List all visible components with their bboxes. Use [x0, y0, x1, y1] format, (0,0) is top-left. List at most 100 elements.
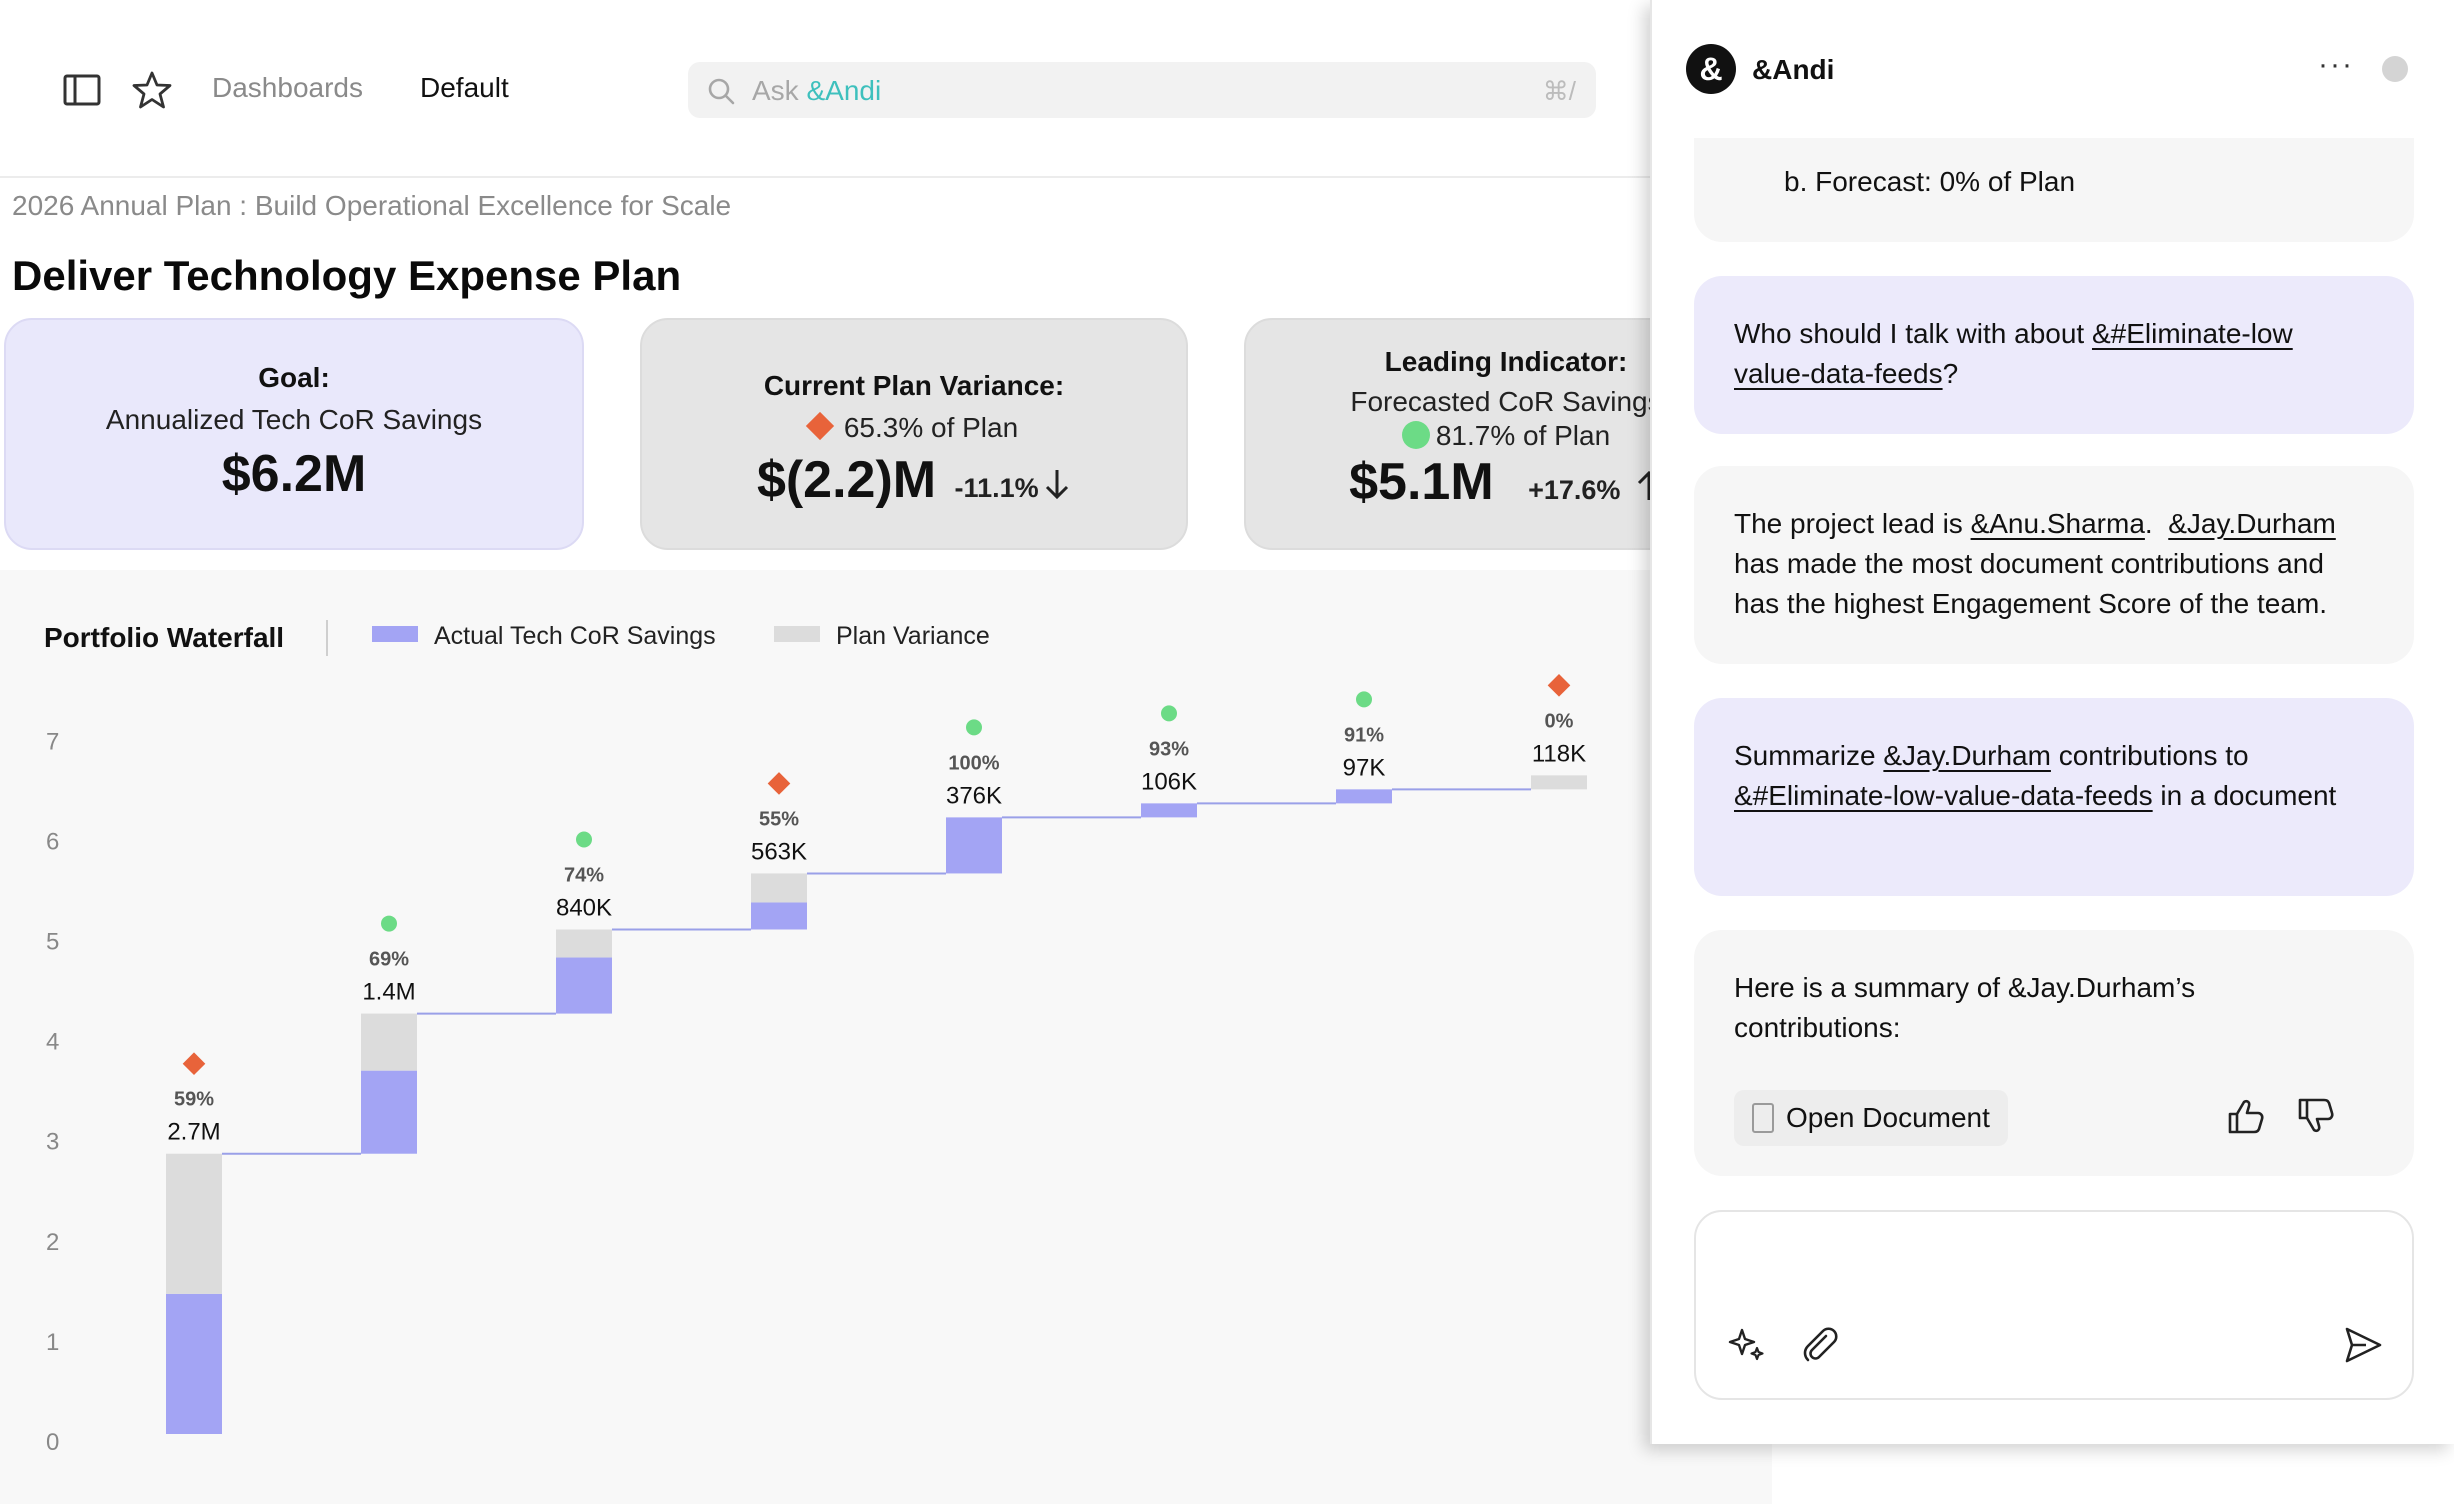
open-document-label: Open Document	[1786, 1102, 1990, 1133]
bar-pct-label: 91%	[1344, 724, 1384, 746]
bar-pct-label: 59%	[174, 1089, 214, 1111]
status-dot-icon	[381, 915, 397, 932]
goal-title: Goal:	[258, 362, 330, 393]
waterfall-bar-variance	[166, 1153, 222, 1294]
project-lead-link[interactable]: &Anu.Sharma	[1971, 508, 2145, 539]
attachment-icon[interactable]	[1798, 1324, 1840, 1366]
variance-pct: 65.3% of Plan	[843, 412, 1019, 443]
status-diamond-icon	[767, 772, 791, 795]
goal-subtitle: Annualized Tech CoR Savings	[105, 404, 483, 435]
andi-chat-panel: & &Andi ··· b. Forecast: 0% of Plan Who …	[1650, 0, 2454, 1444]
y-tick-label: 4	[46, 1029, 59, 1056]
message-composer[interactable]	[1694, 1210, 2414, 1400]
breadcrumb-current[interactable]: Default	[420, 72, 509, 104]
sparkle-icon[interactable]	[1726, 1324, 1768, 1366]
status-dot-icon	[1161, 705, 1177, 722]
waterfall-bar-variance	[556, 929, 612, 958]
variance-pct-row: 65.3% of Plan	[642, 411, 1186, 444]
chart-title: Portfolio Waterfall	[44, 622, 285, 653]
waterfall-bar-variance	[361, 1013, 417, 1071]
q2-topic-link[interactable]: &#Eliminate-low-value-data-feeds	[1734, 780, 2153, 811]
thumbs-down-icon[interactable]	[2294, 1094, 2338, 1138]
q2-suffix: in a document	[2152, 780, 2337, 811]
close-icon[interactable]	[2382, 56, 2408, 82]
a1-suffix: has made the most document contributions…	[1734, 548, 2328, 619]
bar-value-label: 376K	[946, 782, 1002, 809]
waterfall-bar-actual	[166, 1293, 222, 1434]
legend-label-variance: Plan Variance	[836, 622, 990, 650]
chat-title: &Andi	[1752, 54, 1835, 85]
ai-message-2: Here is a summary of &Jay.Durham’s contr…	[1694, 930, 2414, 1176]
bar-value-label: 2.7M	[167, 1119, 220, 1146]
user-message-1: Who should I talk with about &#Eliminate…	[1694, 276, 2414, 434]
variance-change: -11.1%	[954, 473, 1039, 503]
waterfall-bar-actual	[1141, 803, 1197, 818]
bar-value-label: 106K	[1141, 768, 1197, 795]
search-bar[interactable]: Ask &Andi ⌘/	[688, 62, 1596, 118]
breadcrumb-dashboards[interactable]: Dashboards	[212, 72, 363, 104]
leading-change: +17.6%	[1528, 475, 1621, 505]
legend-swatch-variance	[774, 626, 820, 642]
bar-value-label: 118K	[1532, 740, 1586, 767]
send-icon[interactable]	[2342, 1324, 2384, 1366]
legend-item-actual[interactable]: Actual Tech CoR Savings	[372, 622, 716, 651]
bar-pct-label: 93%	[1149, 738, 1189, 760]
waterfall-bar-variance	[1531, 775, 1587, 790]
y-tick-label: 5	[46, 929, 59, 956]
bar-pct-label: 69%	[369, 949, 409, 971]
sidebar-toggle-icon[interactable]	[62, 70, 102, 110]
q1-suffix: ?	[1942, 358, 1959, 389]
legend-swatch-actual	[372, 626, 418, 642]
q2-person-link[interactable]: &Jay.Durham	[1883, 740, 2051, 771]
legend-divider	[326, 620, 328, 656]
bar-value-label: 1.4M	[362, 979, 415, 1006]
top-bar: Dashboards Default Ask &Andi ⌘/	[0, 0, 1660, 178]
y-tick-label: 7	[46, 728, 59, 755]
variance-title: Current Plan Variance:	[763, 370, 1065, 401]
q2-mid: contributions to	[2050, 740, 2249, 771]
status-diamond-icon	[182, 1052, 206, 1076]
y-tick-label: 1	[46, 1329, 59, 1356]
leading-value: $5.1M	[1349, 453, 1494, 511]
waterfall-bar-actual	[946, 817, 1002, 874]
goal-value: $6.2M	[221, 445, 367, 503]
ai-message-forecast: b. Forecast: 0% of Plan	[1694, 138, 2414, 242]
a2-text: Here is a summary of &Jay.Durham’s contr…	[1734, 972, 2196, 1043]
a1-text: The project lead is	[1734, 508, 1971, 539]
search-icon	[708, 78, 735, 105]
thumbs-up-icon[interactable]	[2224, 1094, 2268, 1138]
star-icon[interactable]	[132, 70, 172, 110]
bar-pct-label: 55%	[759, 808, 799, 830]
goal-card: Goal: Annualized Tech CoR Savings $6.2M	[4, 318, 584, 550]
portfolio-waterfall-panel: 0 1 2 3 4 5 6 7 2.7M 59% 1.4M 69% 840K 74% 563K 55% 376K…	[0, 570, 1772, 1504]
status-dot-icon	[576, 831, 592, 848]
q2-text: Summarize	[1734, 740, 1884, 771]
bar-pct-label: 74%	[564, 864, 604, 886]
arrow-down-icon	[1046, 470, 1069, 500]
leading-pct: 81.7% of Plan	[1435, 420, 1611, 451]
plan-breadcrumb[interactable]: 2026 Annual Plan : Build Operational Exc…	[12, 190, 731, 222]
q1-text: Who should I talk with about	[1734, 318, 2092, 349]
bar-value-label: 563K	[751, 838, 807, 865]
variance-status-diamond-icon	[805, 411, 834, 441]
waterfall-bar-variance	[751, 873, 807, 903]
contributor-link[interactable]: &Jay.Durham	[2168, 508, 2336, 539]
waterfall-bar-actual	[556, 957, 612, 1014]
a1-separator: .	[2144, 508, 2169, 539]
bar-value-label: 97K	[1343, 754, 1386, 781]
open-document-button[interactable]: Open Document	[1734, 1090, 2008, 1146]
bar-pct-label: 100%	[948, 752, 999, 774]
more-options-icon[interactable]: ···	[2318, 48, 2354, 82]
legend-item-variance[interactable]: Plan Variance	[774, 622, 990, 651]
forecast-line: b. Forecast: 0% of Plan	[1784, 166, 2076, 197]
ai-message-1: The project lead is &Anu.Sharma. &Jay.Du…	[1694, 466, 2414, 664]
bar-pct-label: 0%	[1545, 710, 1574, 732]
y-tick-label: 2	[46, 1229, 59, 1256]
search-brand: &Andi	[806, 75, 882, 106]
y-tick-label: 3	[46, 1129, 59, 1156]
waterfall-chart: 0 1 2 3 4 5 6 7 2.7M 59% 1.4M 69% 840K 74% 563K 55% 376K…	[46, 674, 1587, 1456]
variance-value: $(2.2)M	[756, 451, 937, 509]
legend-label-actual: Actual Tech CoR Savings	[434, 622, 716, 650]
waterfall-bar-actual	[361, 1070, 417, 1154]
document-icon	[1752, 1103, 1774, 1133]
